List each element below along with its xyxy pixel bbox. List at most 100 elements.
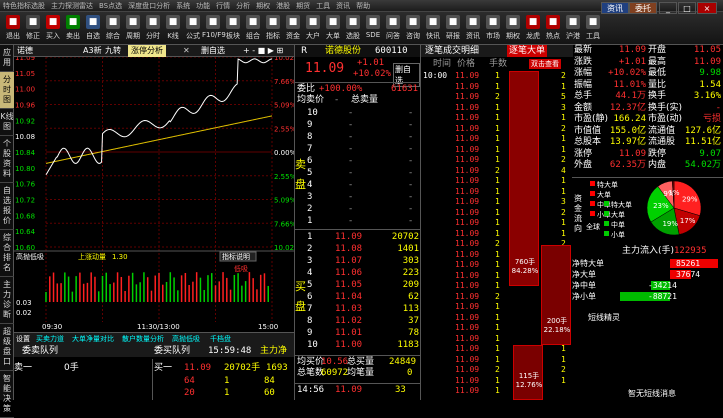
toolbar-button-20[interactable]: ■ 咨询 xyxy=(402,14,424,43)
toolbar-button-15[interactable]: ■ 大户 xyxy=(302,14,324,43)
sell-level-row[interactable]: 8 - - xyxy=(305,131,421,143)
double-click-hint[interactable]: 双击查看 xyxy=(529,59,561,69)
menu-item-12[interactable]: 资讯 xyxy=(333,0,353,12)
menu-item-5[interactable]: 功能 xyxy=(193,0,213,12)
toolbar-button-28[interactable]: ■ 沪港 xyxy=(562,14,584,43)
menu-item-6[interactable]: 行情 xyxy=(213,0,233,12)
minimize-button[interactable]: _ xyxy=(659,2,677,14)
sidebar-tab-5[interactable]: 综合排名 xyxy=(0,230,14,277)
toolbar-button-23[interactable]: ■ 资讯 xyxy=(462,14,484,43)
menu-item-4[interactable]: 系统 xyxy=(173,0,193,12)
sidebar-tab-2[interactable]: K线图 xyxy=(0,109,14,136)
toolbar-button-24[interactable]: ■ 市场 xyxy=(482,14,504,43)
menu-item-3[interactable]: 深度盘口分析 xyxy=(125,0,173,12)
toolbar-button-5[interactable]: ■ 综合 xyxy=(102,14,124,43)
tape-right-volume: 5 xyxy=(561,92,566,101)
toolbar-button-4[interactable]: ■ 自选 xyxy=(82,14,104,43)
menu-item-0[interactable]: 特色指标选股 xyxy=(0,0,48,12)
buy-level: 8 xyxy=(307,316,313,326)
buy-level-row[interactable]: 1 11.09 20702 xyxy=(305,231,421,243)
toolbar-button-13[interactable]: ■ 指标 xyxy=(262,14,284,43)
sidebar-tab-7[interactable]: 超级盘口 xyxy=(0,324,14,371)
sell-level-row[interactable]: 7 - - xyxy=(305,143,421,155)
sell-level-row[interactable]: 5 - - xyxy=(305,167,421,179)
buy-level-row[interactable]: 7 11.03 113 xyxy=(305,303,421,315)
tab-limit-up-analysis[interactable]: 涨停分析 xyxy=(128,45,166,57)
menu-item-7[interactable]: 分析 xyxy=(233,0,253,12)
tab-a3[interactable]: A3新 xyxy=(80,45,105,57)
buy-level-row[interactable]: 9 11.01 78 xyxy=(305,327,421,339)
toolbar-button-11[interactable]: ■ 板块 xyxy=(222,14,244,43)
sell-level-row[interactable]: 3 - - xyxy=(305,191,421,203)
toolbar-button-3[interactable]: ■ 卖出 xyxy=(62,14,84,43)
toolbar-button-16[interactable]: ■ 大单 xyxy=(322,14,344,43)
tab-jiuzhuan[interactable]: 九转 xyxy=(102,45,124,57)
queue-cell: 1 xyxy=(224,376,230,386)
menu-item-13[interactable]: 帮助 xyxy=(353,0,373,12)
menu-item-11[interactable]: 工具 xyxy=(313,0,333,12)
buy-level-row[interactable]: 6 11.04 62 xyxy=(305,291,421,303)
sell-level: 5 xyxy=(307,168,313,178)
menu-item-9[interactable]: 港股 xyxy=(273,0,293,12)
trade-button[interactable]: 委托 xyxy=(629,2,657,14)
toolbar-button-8[interactable]: ■ K线 xyxy=(162,14,184,43)
toolbar-button-17[interactable]: ■ 选股 xyxy=(342,14,364,43)
toolbar-button-19[interactable]: ■ 问答 xyxy=(382,14,404,43)
sell-queue-tab[interactable]: 委卖队列 xyxy=(22,345,58,357)
buy-queue-tab[interactable]: 委买队列 xyxy=(154,345,190,357)
buy-level-row[interactable]: 3 11.07 303 xyxy=(305,255,421,267)
toolbar-button-29[interactable]: ■ 工具 xyxy=(582,14,604,43)
toolbar-button-21[interactable]: ■ 快讯 xyxy=(422,14,444,43)
toolbar-button-18[interactable]: ■ SDE xyxy=(362,14,384,43)
menu-item-1[interactable]: 主力探测雷达 xyxy=(48,0,96,12)
buy-level-row[interactable]: 2 11.08 1401 xyxy=(305,243,421,255)
short-line-elf[interactable]: 短线精灵 xyxy=(588,312,620,323)
sidebar-tab-0[interactable]: 应用 xyxy=(0,45,14,72)
maximize-button[interactable]: □ xyxy=(678,2,696,14)
toolbar-button-10[interactable]: ■ F10/F9 xyxy=(202,14,226,43)
tape-price: 11.09 xyxy=(455,354,480,364)
toolbar-button-25[interactable]: ■ 期权 xyxy=(502,14,524,43)
toolbar-button-14[interactable]: ■ 资金 xyxy=(282,14,304,43)
sell-level-row[interactable]: 10 - - xyxy=(305,107,421,119)
toolbar-button-0[interactable]: ■ 退出 xyxy=(2,14,24,43)
tab-close-icon[interactable]: ✕ xyxy=(180,45,193,57)
sidebar-tab-4[interactable]: 自选报价 xyxy=(0,183,14,230)
sell-level-row[interactable]: 2 - - xyxy=(305,203,421,215)
toolbar-button-12[interactable]: ■ 组合 xyxy=(242,14,264,43)
intraday-chart[interactable]: 11.09 11.05 11.00 10.96 10.92 10.08 10.84 10.80… xyxy=(14,57,294,332)
toolbar-button-7[interactable]: ■ 分时 xyxy=(142,14,164,43)
sidebar-tab-8[interactable]: 智能决策 xyxy=(0,371,14,418)
buy-level-row[interactable]: 5 11.05 209 xyxy=(305,279,421,291)
toolbar-button-26[interactable]: ■ 龙虎 xyxy=(522,14,544,43)
sidebar-tab-1[interactable]: 分时图 xyxy=(0,72,14,109)
toolbar-button-2[interactable]: ■ 买入 xyxy=(42,14,64,43)
toolbar-button-6[interactable]: ■ 周期 xyxy=(122,14,144,43)
tape-tab-large[interactable]: 逐笔大单 xyxy=(507,45,548,57)
sidebar-tab-6[interactable]: 主力诊断 xyxy=(0,277,14,324)
sell-level-row[interactable]: 4 - - xyxy=(305,179,421,191)
toolbar-button-22[interactable]: ■ 研报 xyxy=(442,14,464,43)
tape-tab-detail[interactable]: 逐笔成交明细 xyxy=(425,45,479,57)
menu-item-2[interactable]: BS点选 xyxy=(96,0,125,12)
menu-item-10[interactable]: 期货 xyxy=(293,0,313,12)
tape-volume: 1 xyxy=(495,249,500,259)
sell-level-row[interactable]: 1 - - xyxy=(305,215,421,227)
toolbar-label: F10/F9 xyxy=(202,31,226,39)
sell-level-row[interactable]: 9 - - xyxy=(305,119,421,131)
close-button[interactable]: × xyxy=(697,2,717,14)
toolbar-button-9[interactable]: ■ 公式 xyxy=(182,14,204,43)
buy-level-row[interactable]: 8 11.02 37 xyxy=(305,315,421,327)
toolbar-button-27[interactable]: ■ 热点 xyxy=(542,14,564,43)
remove-custom-button[interactable]: 删自选 xyxy=(198,45,228,57)
buy-level-row[interactable]: 4 11.06 223 xyxy=(305,267,421,279)
toolbar-button-1[interactable]: ■ 修正 xyxy=(22,14,44,43)
news-button[interactable]: 资讯 xyxy=(601,2,629,14)
sell-level-row[interactable]: 6 - - xyxy=(305,155,421,167)
quote-change: +1.01 xyxy=(357,58,385,68)
buy-level-row[interactable]: 10 11.00 1183 xyxy=(305,339,421,351)
sidebar-tab-3[interactable]: 个股资料 xyxy=(0,136,14,183)
stock-name-tab[interactable]: 诺德 xyxy=(14,45,36,57)
menu-item-8[interactable]: 期权 xyxy=(253,0,273,12)
chart-controls[interactable]: + - ■ ▶ ⊞ xyxy=(240,45,286,57)
